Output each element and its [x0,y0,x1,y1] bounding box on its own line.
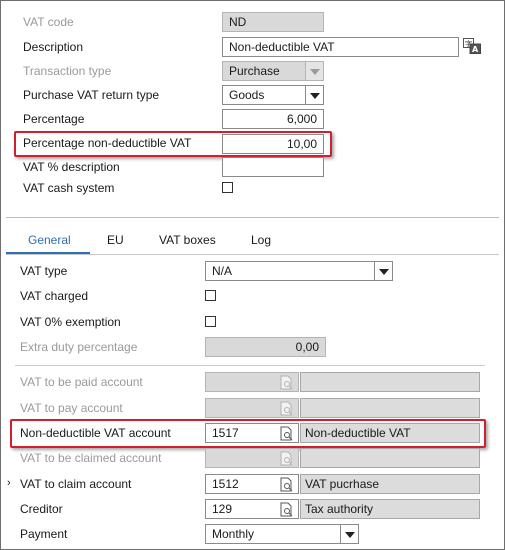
vat-0-exemption-checkbox[interactable] [205,316,216,327]
nondeductible-account-desc: Non-deductible VAT [300,423,480,443]
payment-select[interactable]: Monthly [205,524,359,544]
creditor-value: 129 [212,502,233,516]
purchase-vat-return-type-label: Purchase VAT return type [23,88,160,102]
lookup-search-icon[interactable] [280,502,294,517]
percentage-nondeductible-field[interactable]: 10,00 [222,134,324,154]
dropdown-arrow-icon[interactable] [340,525,358,543]
dropdown-arrow-icon[interactable] [374,262,392,280]
vat-to-claim-label: VAT to claim account [20,477,132,491]
vat-to-be-claimed-desc [300,448,480,468]
vat-type-select[interactable]: N/A [205,261,393,281]
creditor-field[interactable]: 129 [205,499,299,519]
tab-vat-boxes[interactable]: VAT boxes [159,233,216,247]
vat-type-label: VAT type [20,264,68,278]
tab-log[interactable]: Log [251,233,271,247]
vat-to-pay-label: VAT to pay account [20,401,123,415]
vat-charged-label: VAT charged [20,289,89,303]
vat-pct-description-field[interactable] [222,157,324,177]
nondeductible-account-field[interactable]: 1517 [205,423,299,443]
vat-code-field: ND [222,12,324,32]
lookup-search-icon[interactable] [280,426,294,441]
row-pointer-icon: › [7,477,11,489]
lookup-search-icon[interactable] [280,477,294,492]
extra-duty-field: 0,00 [205,337,326,357]
nondeductible-account-label: Non-deductible VAT account [20,426,171,440]
transaction-type-value: Purchase [229,64,280,78]
dropdown-arrow-icon[interactable] [305,86,323,104]
lookup-search-icon [280,401,293,416]
vat-to-claim-account-field[interactable]: 1512 [205,474,299,494]
description-field[interactable]: Non-deductible VAT [222,37,459,57]
vat-to-pay-account-field [205,398,299,418]
vat-code-form: VAT code ND Description Non-deductible V… [0,0,505,550]
tab-general[interactable]: General [28,233,71,247]
payment-label: Payment [20,527,68,541]
dropdown-arrow-icon [305,62,323,80]
creditor-label: Creditor [20,502,63,516]
purchase-vat-return-type-select[interactable]: Goods [222,85,324,105]
vat-cash-system-label: VAT cash system [23,181,115,195]
svg-text:A: A [472,45,479,54]
transaction-type-select: Purchase [222,61,324,81]
vat-to-claim-account-value: 1512 [212,477,239,491]
vat-pct-description-label: VAT % description [23,160,120,174]
group-divider [15,365,485,366]
vat-to-be-paid-desc [300,372,480,392]
lookup-search-icon [280,451,293,466]
payment-value: Monthly [212,527,255,541]
vat-cash-system-checkbox[interactable] [222,182,233,193]
tab-eu[interactable]: EU [107,233,124,247]
vat-to-be-paid-label: VAT to be paid account [20,375,143,389]
percentage-nondeductible-label: Percentage non-deductible VAT [23,136,192,150]
nondeductible-account-value: 1517 [212,426,239,440]
section-divider [6,217,499,218]
transaction-type-label: Transaction type [23,64,112,78]
description-label: Description [23,40,84,54]
tab-bar-divider [6,254,499,255]
vat-charged-checkbox[interactable] [205,290,216,301]
vat-to-claim-desc: VAT pucrhase [300,474,480,494]
extra-duty-label: Extra duty percentage [20,340,138,354]
translate-icon[interactable]: 字 A [463,38,481,54]
vat-code-label: VAT code [23,15,74,29]
percentage-label: Percentage [23,112,85,126]
lookup-search-icon [280,375,293,390]
vat-to-pay-desc [300,398,480,418]
purchase-vat-return-type-value: Goods [229,88,265,102]
vat-type-value: N/A [212,264,233,278]
creditor-desc: Tax authority [300,499,480,519]
vat-to-be-claimed-label: VAT to be claimed account [20,451,162,465]
vat-to-be-claimed-account-field [205,448,299,468]
vat-0-exemption-label: VAT 0% exemption [20,315,121,329]
percentage-field[interactable]: 6,000 [222,109,324,129]
vat-to-be-paid-account-field [205,372,299,392]
